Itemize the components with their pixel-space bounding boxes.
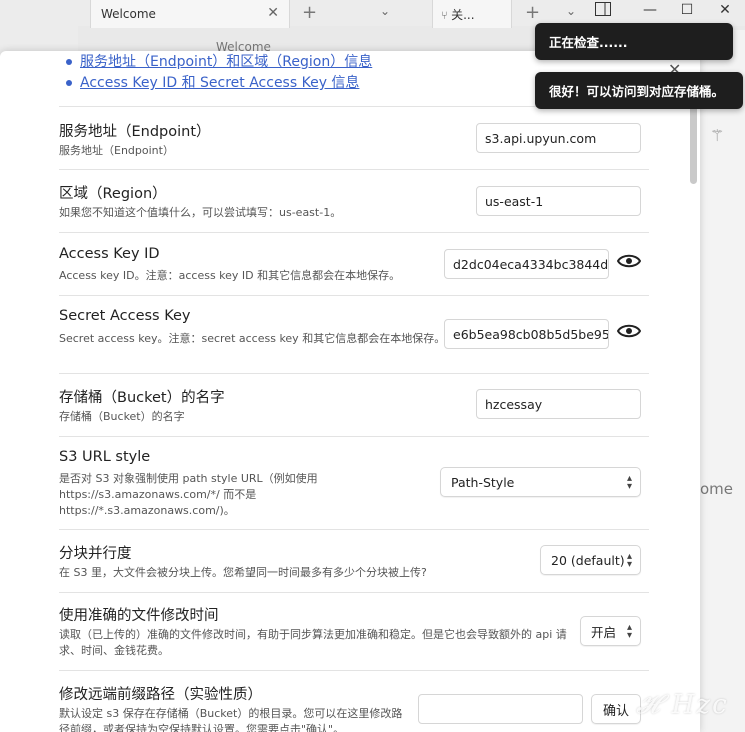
setting-desc: Access key ID。注意：access key ID 和其它信息都会在本… [59, 269, 401, 282]
setting-desc: Secret access key。注意：secret access key 和… [59, 332, 446, 345]
select-caret-icon: ▴ ▾ [626, 622, 632, 641]
setting-desc: 存储桶（Bucket）的名字 [59, 410, 185, 423]
setting-desc: 默认设定 s3 保存在存储桶（Bucket）的根目录。您可以在这里修改路径前缀，… [59, 707, 403, 732]
setting-mtime: 使用准确的文件修改时间 读取（已上传的）准确的文件修改时间，有助于同步算法更加准… [59, 592, 649, 670]
setting-name: 修改远端前缀路径（实验性质） [59, 687, 262, 703]
tab-second[interactable]: ⑂ 关... [432, 0, 512, 28]
select-value: 开启 [591, 624, 617, 640]
magic-wand-icon[interactable]: ⚚ [710, 126, 724, 145]
endpoint-input[interactable]: s3.api.upyun.com [476, 123, 641, 153]
chevron-down-icon[interactable]: ⌄ [566, 4, 576, 18]
setting-desc: 如果您不知道这个值填什么，可以尝试填写：us-east-1。 [59, 206, 342, 219]
setting-desc: 在 S3 里，大文件会被分块上传。您希望同一时间最多有多少个分块被上传? [59, 566, 427, 579]
region-input[interactable]: us-east-1 [476, 186, 641, 216]
eye-icon[interactable] [617, 323, 641, 339]
confirm-button[interactable]: 确认 [591, 694, 641, 724]
notice-success: 很好！可以访问到对应存储桶。 [535, 72, 743, 109]
list-item: Access Key ID 和 Secret Access Key 信息 [65, 73, 372, 94]
select-caret-icon: ▴ ▾ [626, 551, 632, 570]
endpoint-info-link[interactable]: 服务地址（Endpoint）和区域（Region）信息 [80, 54, 372, 70]
window-close-icon[interactable]: ✕ [712, 2, 738, 22]
setting-name: S3 URL style [59, 449, 151, 465]
setting-name: Access Key ID [59, 246, 160, 262]
select-value: Path-Style [451, 474, 515, 490]
setting-desc: 读取（已上传的）准确的文件修改时间，有助于同步算法更加准确和稳定。但是它也会导致… [59, 628, 567, 657]
prefix-input[interactable] [418, 694, 583, 724]
tab-label: ⑂ 关... [441, 7, 475, 22]
mtime-select[interactable]: 开启 ▴ ▾ [580, 616, 641, 646]
notice-checking: 正在检查...... [535, 23, 733, 60]
new-tab-icon[interactable]: + [302, 2, 317, 23]
maximize-icon[interactable]: ☐ [674, 2, 700, 22]
url-style-select[interactable]: Path-Style ▴ ▾ [440, 467, 641, 497]
setting-name: 区域（Region） [59, 186, 167, 202]
select-caret-icon: ▴ ▾ [626, 473, 632, 492]
help-links: 服务地址（Endpoint）和区域（Region）信息 Access Key I… [65, 52, 372, 94]
new-tab-icon[interactable]: + [525, 2, 540, 23]
select-value: 20 (default) [551, 552, 625, 568]
access-key-info-link[interactable]: Access Key ID 和 Secret Access Key 信息 [80, 75, 359, 91]
access-key-input[interactable]: d2dc04eca4334bc3844d5 [444, 249, 609, 279]
chevron-down-icon[interactable]: ⌄ [380, 4, 390, 18]
secret-key-input[interactable]: e6b5ea98cb08b5d5be95fe [444, 319, 609, 349]
tab-label: Welcome [101, 7, 156, 21]
list-item: 服务地址（Endpoint）和区域（Region）信息 [65, 52, 372, 73]
watermark-logo: 𝓗 Hzc [636, 690, 729, 720]
bucket-input[interactable]: hzcessay [476, 389, 641, 419]
setting-name: 使用准确的文件修改时间 [59, 608, 219, 624]
background-text: ome [700, 480, 734, 498]
eye-icon[interactable] [617, 253, 641, 269]
setting-desc: 服务地址（Endpoint） [59, 144, 174, 157]
setting-name: 存储桶（Bucket）的名字 [59, 390, 225, 406]
setting-name: Secret Access Key [59, 308, 191, 324]
minimize-icon[interactable]: — [637, 2, 663, 22]
parallel-select[interactable]: 20 (default) ▴ ▾ [540, 545, 641, 575]
setting-desc: 是否对 S3 对象强制使用 path style URL（例如使用 https:… [59, 472, 318, 517]
setting-name: 分块并行度 [59, 546, 132, 562]
close-tab-icon[interactable]: ✕ [267, 5, 279, 21]
setting-name: 服务地址（Endpoint） [59, 124, 211, 140]
sidebar-toggle-icon[interactable] [590, 2, 616, 22]
branch-icon: ⑂ [441, 8, 452, 22]
tab-welcome[interactable]: Welcome ✕ [90, 0, 290, 28]
